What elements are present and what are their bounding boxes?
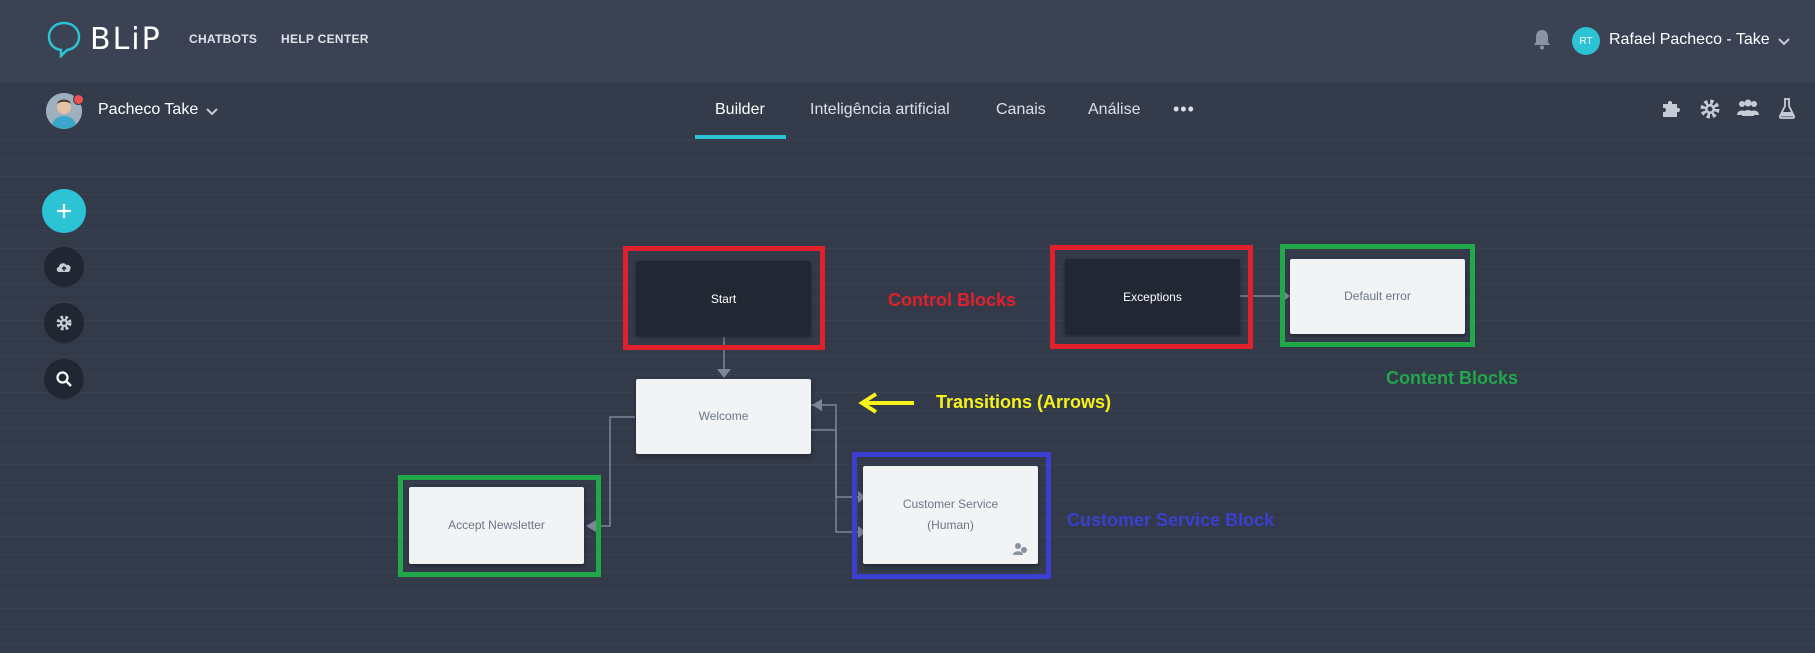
content-block-highlight-default-error [1280, 244, 1475, 347]
yellow-arrow [858, 392, 914, 414]
annotation-content-blocks: Content Blocks [1386, 368, 1519, 388]
annotation-control-blocks: Control Blocks [888, 290, 1017, 310]
control-block-highlight-start [623, 246, 825, 350]
annotation-customer-service-block: Customer Service Block [1067, 510, 1275, 530]
customer-service-highlight [852, 452, 1051, 579]
annotation-transitions: Transitions (Arrows) [936, 392, 1112, 412]
content-block-highlight-accept-newsletter [398, 475, 601, 577]
control-block-highlight-exceptions [1050, 245, 1253, 349]
welcome-block[interactable]: Welcome [636, 379, 811, 454]
